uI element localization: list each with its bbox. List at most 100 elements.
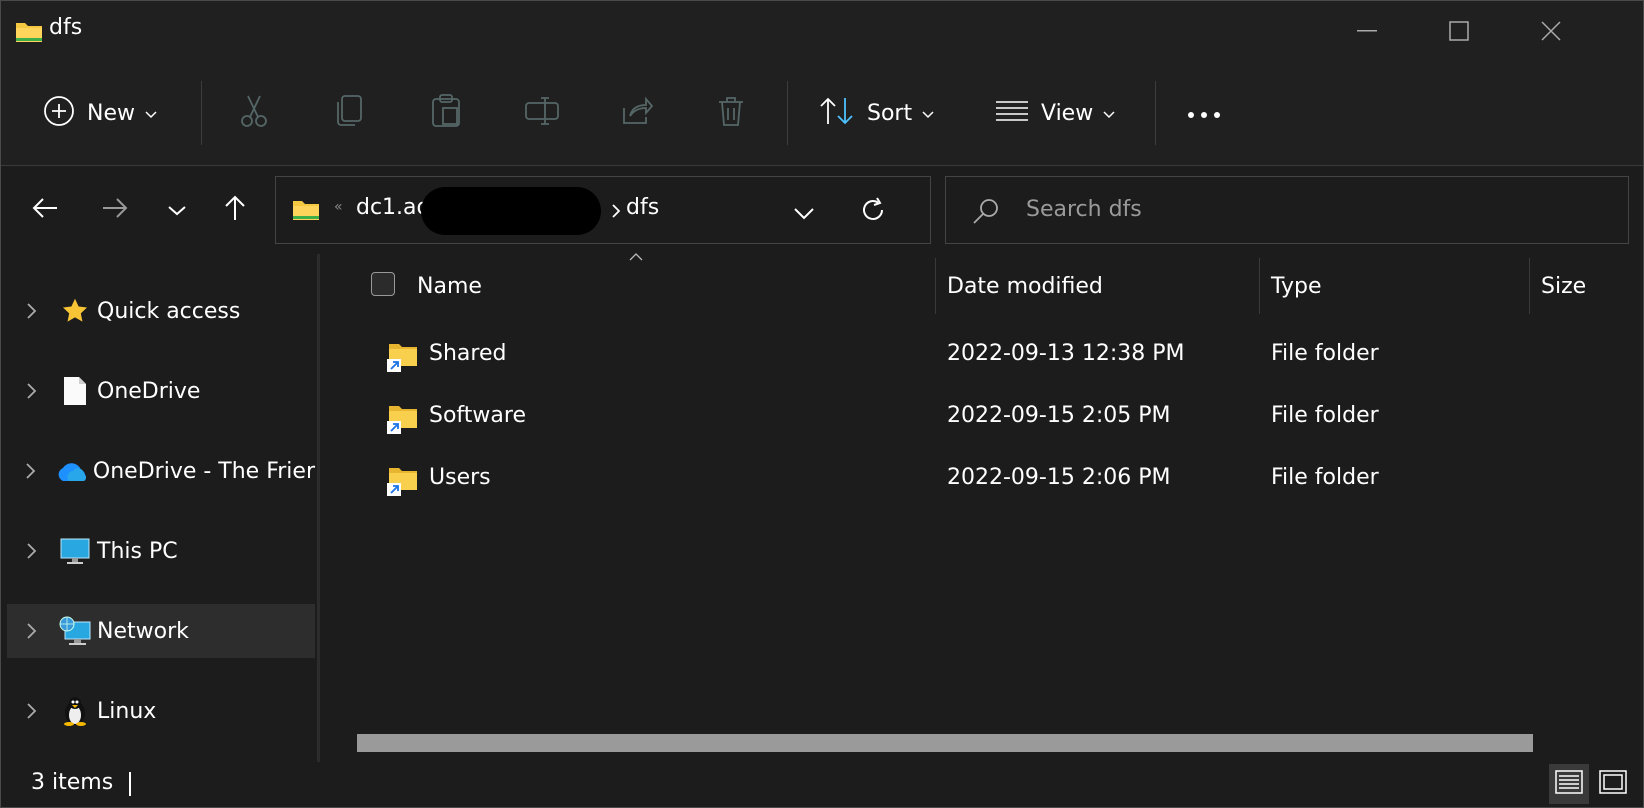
maximize-button[interactable]	[1413, 1, 1505, 61]
column-header-name[interactable]: Name	[417, 274, 482, 299]
rename-icon	[525, 96, 559, 130]
view-label: View	[1041, 100, 1094, 126]
more-options-icon	[1187, 104, 1221, 123]
star-icon	[57, 297, 93, 325]
file-name: Users	[429, 465, 491, 490]
chevron-right-icon[interactable]	[7, 463, 55, 479]
breadcrumb-segment[interactable]: dfs	[626, 195, 659, 220]
address-bar[interactable]: « dc1.ad dfs	[275, 176, 931, 244]
up-button[interactable]	[215, 190, 255, 230]
details-view-icon	[1555, 770, 1583, 798]
select-all-checkbox[interactable]	[371, 272, 395, 296]
folder-icon	[292, 197, 320, 225]
new-button[interactable]: New	[43, 61, 157, 165]
file-name: Shared	[429, 341, 507, 366]
document-icon	[57, 376, 93, 406]
search-box[interactable]: Search dfs	[945, 176, 1629, 244]
column-header-row: Name Date modified Type Size	[321, 253, 1643, 318]
see-more-button[interactable]	[1187, 61, 1221, 165]
large-icons-view-button[interactable]	[1593, 764, 1633, 804]
sort-arrows-icon	[819, 96, 855, 130]
navigation-row: « dc1.ad dfs Search dfs	[1, 166, 1643, 254]
table-row[interactable]: Shared 2022-09-13 12:38 PM File folder	[321, 326, 1643, 386]
item-count: 3 items	[31, 770, 114, 795]
folder-shortcut-icon	[387, 400, 419, 438]
toolbar-divider	[1155, 81, 1156, 145]
breadcrumb-separator-icon	[612, 203, 621, 222]
sidebar-item-onedrive-business[interactable]: OneDrive - The Frier	[7, 444, 315, 498]
column-divider[interactable]	[935, 258, 936, 314]
column-header-type[interactable]: Type	[1271, 274, 1322, 299]
file-type: File folder	[1271, 403, 1379, 428]
view-button[interactable]: View	[995, 61, 1115, 165]
folder-icon	[15, 19, 43, 47]
sidebar-item-this-pc[interactable]: This PC	[7, 524, 315, 578]
file-name: Software	[429, 403, 526, 428]
delete-button[interactable]	[717, 61, 745, 165]
breadcrumb-segment[interactable]: dc1.ad	[356, 195, 431, 220]
monitor-icon	[57, 537, 93, 565]
trash-icon	[717, 95, 745, 131]
cut-button[interactable]	[239, 61, 269, 165]
column-divider[interactable]	[1529, 258, 1530, 314]
column-divider[interactable]	[1259, 258, 1260, 314]
table-row[interactable]: Software 2022-09-15 2:05 PM File folder	[321, 388, 1643, 448]
back-button[interactable]	[25, 190, 65, 230]
list-view-icon	[995, 100, 1029, 126]
horizontal-scrollbar[interactable]	[357, 734, 1533, 752]
arrow-right-icon	[102, 197, 128, 223]
copy-button[interactable]	[335, 61, 363, 165]
forward-button[interactable]	[95, 190, 135, 230]
sidebar-item-onedrive[interactable]: OneDrive	[7, 364, 315, 418]
minimize-button[interactable]	[1321, 1, 1413, 61]
folder-shortcut-icon	[387, 462, 419, 500]
sort-indicator-icon	[629, 246, 643, 265]
column-header-date-modified[interactable]: Date modified	[947, 274, 1103, 299]
search-input[interactable]: Search dfs	[1026, 197, 1142, 222]
paste-button[interactable]	[431, 61, 461, 165]
overflow-chevron-icon: «	[334, 199, 343, 215]
sidebar-item-label: Linux	[97, 698, 157, 724]
sort-button[interactable]: Sort	[819, 61, 934, 165]
chevron-right-icon[interactable]	[7, 623, 57, 639]
chevron-right-icon[interactable]	[7, 383, 57, 399]
folder-shortcut-icon	[387, 338, 419, 376]
file-date: 2022-09-13 12:38 PM	[947, 341, 1185, 366]
recent-locations-button[interactable]	[157, 190, 197, 230]
address-history-chevron-icon[interactable]	[794, 205, 814, 224]
arrow-left-icon	[32, 197, 58, 223]
close-button[interactable]	[1505, 1, 1597, 61]
refresh-icon[interactable]	[860, 197, 886, 227]
file-explorer-window: dfs New Sort View « dc1.ad dfs Search df…	[0, 0, 1644, 808]
status-bar: 3 items	[1, 762, 1643, 807]
column-header-size[interactable]: Size	[1541, 274, 1586, 299]
sidebar-item-label: Network	[97, 618, 189, 644]
new-label: New	[87, 100, 135, 126]
chevron-down-icon	[168, 201, 186, 220]
search-icon	[972, 197, 1000, 229]
sidebar-item-network[interactable]: Network	[7, 604, 315, 658]
sidebar-item-label: This PC	[97, 538, 178, 564]
chevron-right-icon[interactable]	[7, 303, 57, 319]
arrow-up-icon	[224, 195, 246, 225]
sidebar-item-linux[interactable]: Linux	[7, 684, 315, 738]
share-icon	[621, 96, 654, 130]
chevron-right-icon[interactable]	[7, 543, 57, 559]
file-type: File folder	[1271, 341, 1379, 366]
sidebar-item-quick-access[interactable]: Quick access	[7, 284, 315, 338]
rename-button[interactable]	[525, 61, 559, 165]
plus-circle-icon	[43, 95, 75, 131]
details-view-button[interactable]	[1549, 764, 1589, 804]
table-row[interactable]: Users 2022-09-15 2:06 PM File folder	[321, 450, 1643, 510]
status-divider	[129, 772, 131, 796]
file-type: File folder	[1271, 465, 1379, 490]
share-button[interactable]	[621, 61, 654, 165]
sidebar-item-label: Quick access	[97, 298, 241, 324]
navigation-pane: Quick access OneDrive OneDrive - The Fri…	[1, 254, 320, 762]
file-date: 2022-09-15 2:06 PM	[947, 465, 1171, 490]
cloud-icon	[55, 460, 89, 482]
penguin-icon	[57, 696, 93, 726]
chevron-right-icon[interactable]	[7, 703, 57, 719]
file-date: 2022-09-15 2:05 PM	[947, 403, 1171, 428]
chevron-down-icon	[922, 104, 934, 123]
